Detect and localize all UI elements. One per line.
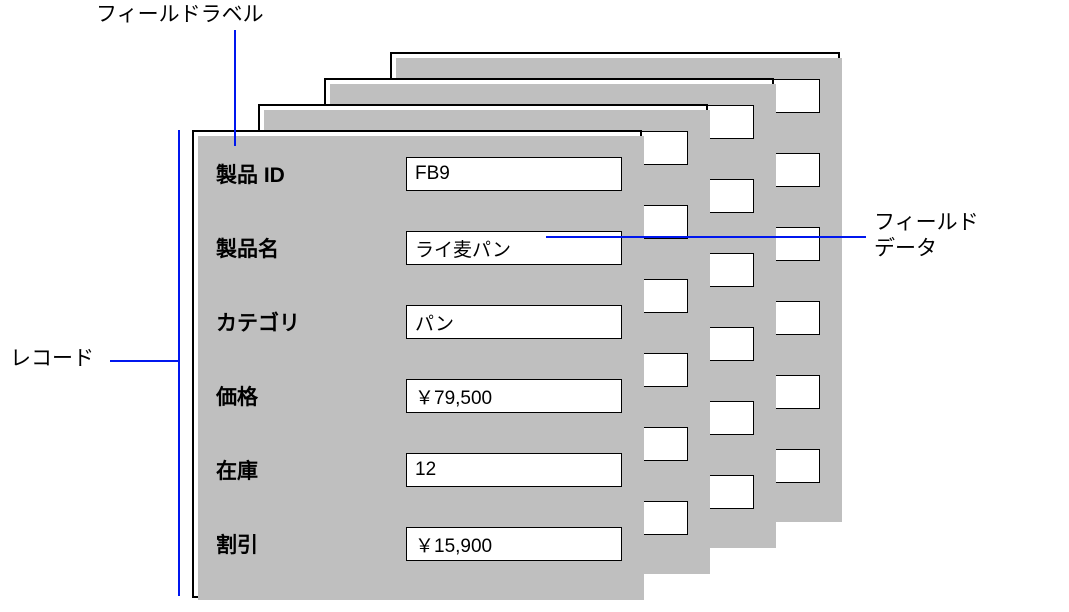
field-box-stock: 12 [406,453,622,487]
field-value: ￥15,900 [415,531,492,558]
field-label-price: 価格 [216,381,406,411]
diagram-stage: フィールドラベル レコード フィールド データ [0,0,1069,612]
field-box-discount: ￥15,900 [406,527,622,561]
field-value: 12 [415,459,436,481]
field-value: ライ麦パン [415,235,511,262]
field-value: パン [415,309,454,336]
field-value: FB9 [415,163,450,185]
table-row: 価格 ￥79,500 [216,378,622,414]
table-row: 在庫 12 [216,452,622,488]
table-row: カテゴリ パン [216,304,622,340]
callout-field-label: フィールドラベル [96,2,264,28]
callout-field-data-line1: フィールド [874,211,979,234]
record-card-front: 製品 ID FB9 製品名 ライ麦パン カテゴリ パン 価格 ￥79,500 在… [192,130,642,598]
card-rows: 製品 ID FB9 製品名 ライ麦パン カテゴリ パン 価格 ￥79,500 在… [216,156,622,562]
field-label-product-id: 製品 ID [216,159,406,189]
field-box-product-id: FB9 [406,157,622,191]
field-label-category: カテゴリ [216,307,406,337]
callout-field-data-line2: データ [874,237,937,260]
table-row: 製品 ID FB9 [216,156,622,192]
field-value: ￥79,500 [415,383,492,410]
leader-left-vertical [178,130,180,596]
field-box-price: ￥79,500 [406,379,622,413]
leader-left-horizontal [110,360,178,362]
field-label-discount: 割引 [216,529,406,559]
callout-field-data: フィールド データ [874,210,979,263]
field-label-stock: 在庫 [216,455,406,485]
field-box-category: パン [406,305,622,339]
field-label-product-name: 製品名 [216,233,406,263]
callout-record: レコード [10,346,94,372]
table-row: 割引 ￥15,900 [216,526,622,562]
leader-top [234,30,236,146]
callout-record-text: レコード [10,347,94,370]
leader-right [546,236,866,238]
